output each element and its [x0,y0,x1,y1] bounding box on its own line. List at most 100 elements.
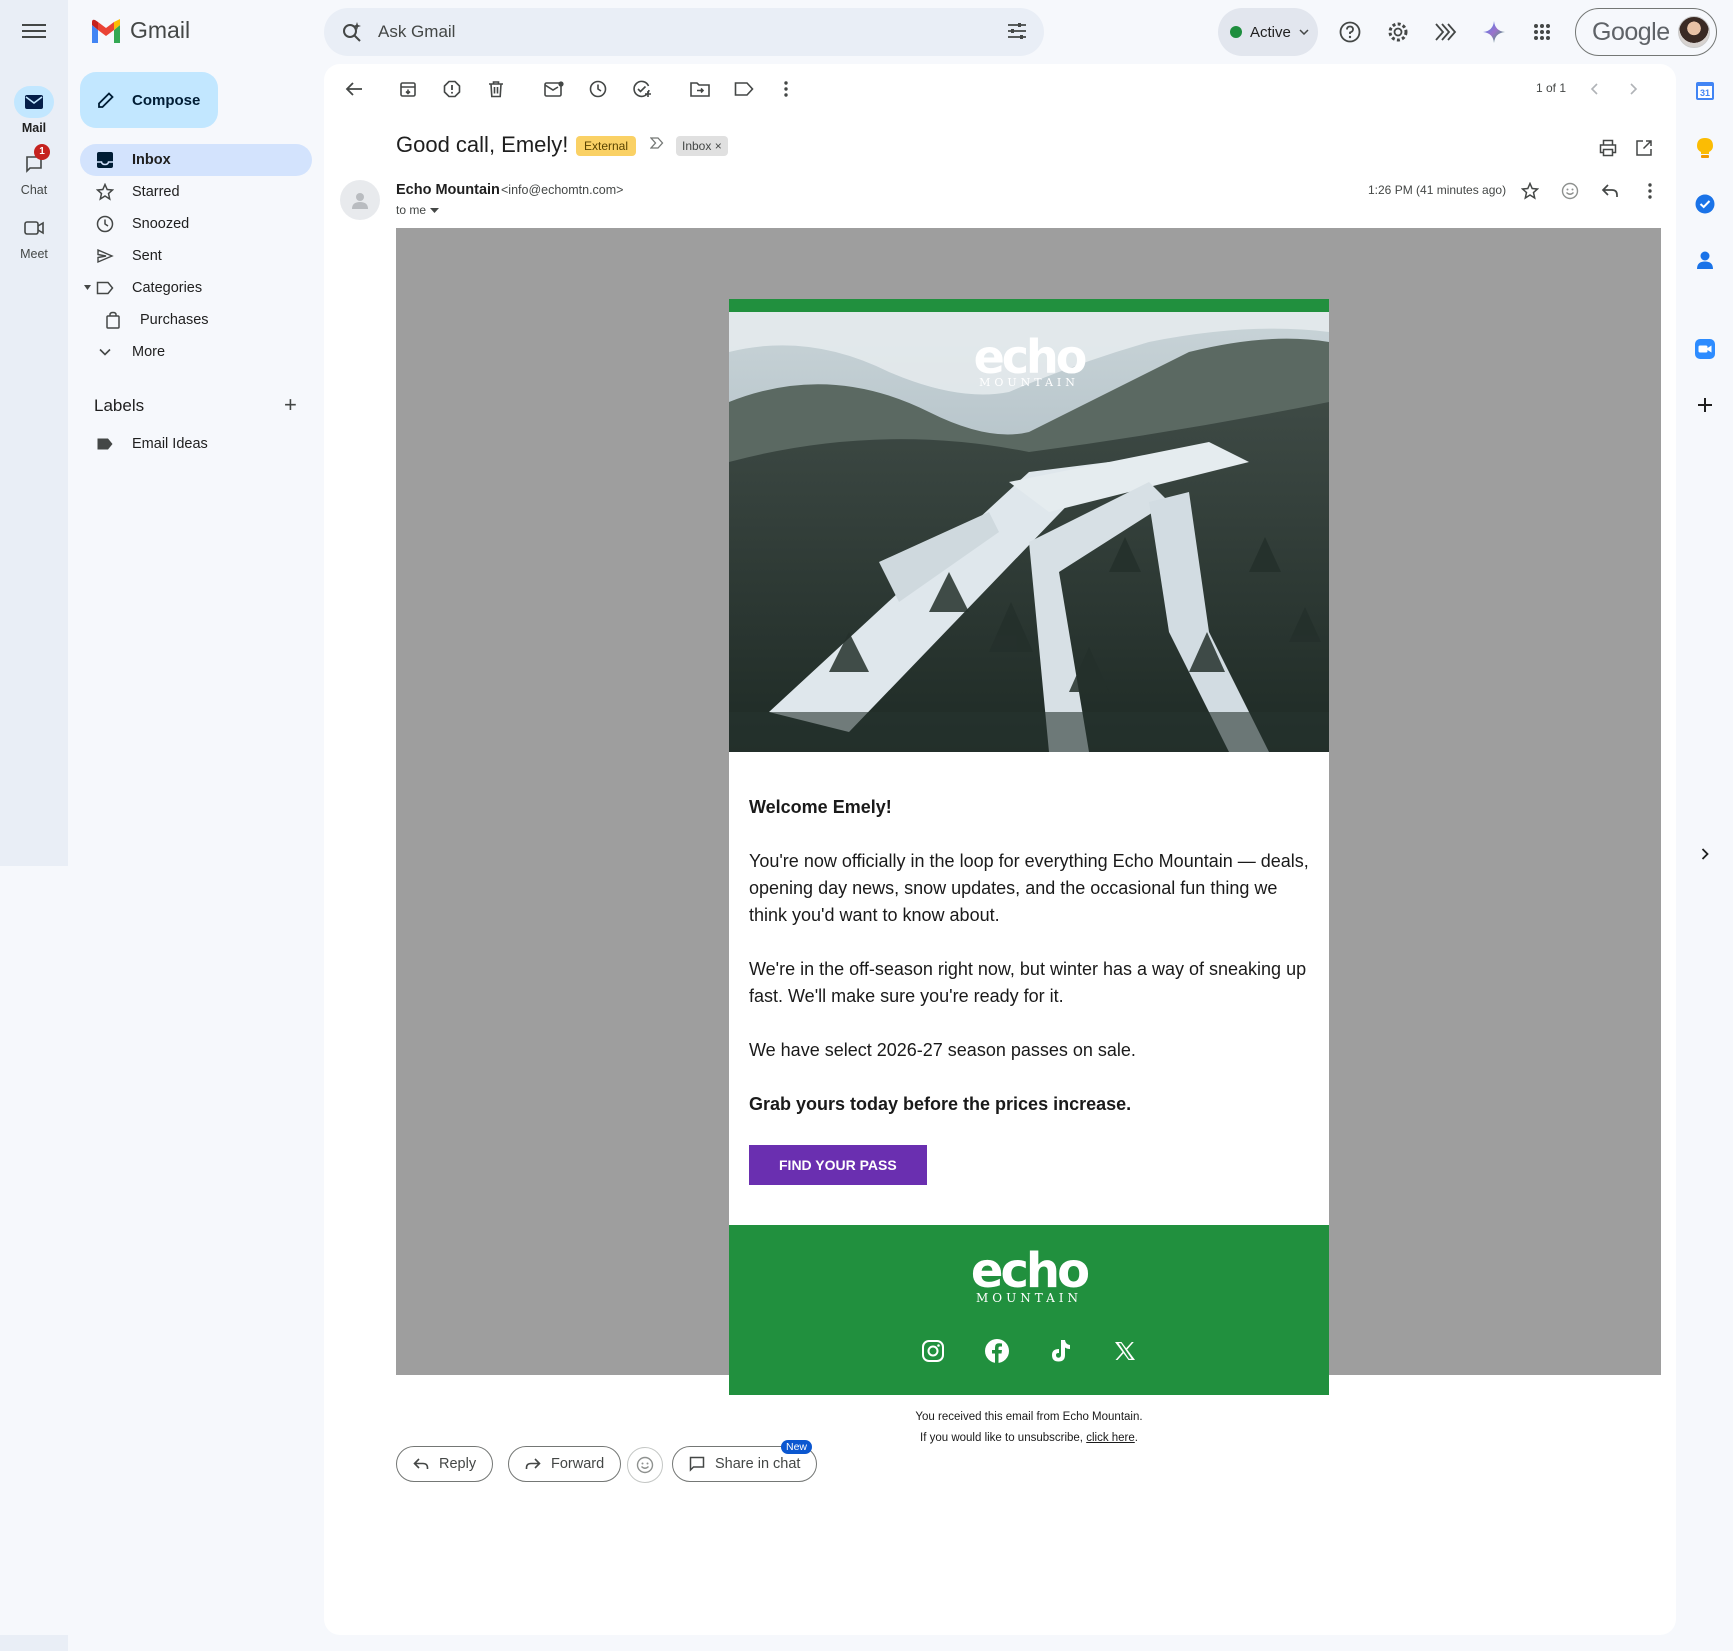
echo-mountain-logo: echo MOUNTAIN [729,334,1329,389]
remove-label-icon[interactable]: × [715,139,722,153]
brand-top-bar [729,299,1329,312]
new-feature-badge: New [781,1440,813,1454]
zoom-app-icon[interactable] [1694,338,1716,360]
more-vert-icon[interactable] [774,77,798,101]
newsletter-footer: echo MOUNTAIN [729,1225,1329,1395]
find-your-pass-button[interactable]: FIND YOUR PASS [749,1145,927,1185]
sidebar-item-inbox[interactable]: Inbox [80,144,312,176]
unsubscribe-footer: You received this email from Echo Mounta… [729,1395,1329,1456]
gmail-m-icon [92,18,120,43]
rail-mail[interactable]: Mail [0,86,68,135]
add-to-tasks-icon[interactable] [630,77,654,101]
compose-button[interactable]: Compose [80,72,218,128]
sidebar-item-starred[interactable]: Starred [80,176,312,208]
emoji-reaction-icon[interactable] [1558,179,1582,203]
sender-avatar[interactable] [340,180,380,220]
active-status-dot [1230,26,1242,38]
instagram-icon[interactable] [919,1337,947,1365]
sidebar-item-more[interactable]: More [80,336,312,368]
label-filled-icon [97,438,113,450]
rail-chat[interactable]: 1 Chat [0,144,68,197]
reply-arrow-icon[interactable] [1598,179,1622,203]
facebook-icon[interactable] [983,1337,1011,1365]
brand-wordmark: echo [970,1243,1090,1299]
gemini-features-icon[interactable] [1430,16,1462,48]
mark-unread-icon[interactable] [542,77,566,101]
status-selector[interactable]: Active [1218,8,1318,56]
tiktok-icon[interactable] [1047,1337,1075,1365]
forward-button[interactable]: Forward [508,1446,622,1482]
help-icon[interactable] [1334,16,1366,48]
apps-grid-icon[interactable] [1526,16,1558,48]
get-addons-plus-icon[interactable] [1694,394,1716,416]
message-more-vert-icon[interactable] [1638,179,1662,203]
share-in-chat-label: Share in chat [715,1456,801,1472]
reply-label: Reply [439,1456,477,1472]
sidebar-item-snoozed[interactable]: Snoozed [80,208,312,240]
paragraph-offseason: We're in the off-season right now, but w… [749,959,1307,1006]
emoji-icon [636,1456,654,1474]
add-label-icon[interactable]: + [284,394,297,416]
rail-mail-label: Mail [21,121,47,135]
search-input[interactable] [378,20,978,44]
email-body: echo MOUNTAIN Welcome Emely! You're now … [396,228,1661,1456]
sidebar-item-label: Categories [132,280,203,296]
chat-unread-badge: 1 [34,144,50,160]
status-label: Active [1250,23,1291,41]
reply-button[interactable]: Reply [396,1446,494,1482]
mail-icon [14,86,54,118]
greeting: Welcome Emely! [749,797,892,817]
open-in-new-window-icon[interactable] [1632,136,1656,160]
snooze-clock-icon[interactable] [586,77,610,101]
echo-mountain-footer-logo[interactable]: echo MOUNTAIN [729,1247,1329,1305]
search-sparkle-icon[interactable] [340,20,364,44]
back-arrow-icon[interactable] [342,77,366,101]
unsubscribe-link[interactable]: click here [1086,1432,1135,1444]
move-to-folder-icon[interactable] [688,77,712,101]
footer-source-line: You received this email from Echo Mounta… [915,1411,1143,1423]
calendar-icon[interactable]: 31 [1694,80,1716,102]
sender-name[interactable]: Echo Mountain [396,182,500,198]
sidebar-item-sent[interactable]: Sent [80,240,312,272]
hero-image-ski-mountain[interactable]: echo MOUNTAIN [729,312,1329,752]
emoji-react-button[interactable] [627,1447,663,1483]
older-chevron-right-icon[interactable] [1622,77,1646,101]
delete-trash-icon[interactable] [484,77,508,101]
report-spam-icon[interactable] [440,77,464,101]
inbox-label-chip[interactable]: Inbox × [676,136,728,156]
inbox-chip-label: Inbox [682,139,712,153]
chevron-down-icon [99,348,111,356]
gmail-logo[interactable]: Gmail [90,17,190,44]
print-icon[interactable] [1596,136,1620,160]
tasks-check-icon[interactable] [1694,193,1716,215]
sidebar-item-label: Starred [132,184,180,200]
shopping-bag-icon [106,311,120,329]
inbox-icon [97,152,113,168]
search-options-icon[interactable] [1006,20,1028,42]
rail-chat-label: Chat [20,183,48,197]
brand-wordmark: echo [973,330,1088,384]
sidebar-label-email-ideas[interactable]: Email Ideas [80,428,312,460]
main-menu-icon[interactable] [20,20,48,44]
settings-gear-icon[interactable] [1382,16,1414,48]
labels-icon[interactable] [732,77,756,101]
keep-lightbulb-icon[interactable] [1694,137,1716,159]
message-subject: Good call, Emely! [396,132,569,157]
sidebar-item-label: More [132,344,166,360]
expand-side-panel-chevron-icon[interactable] [1694,843,1716,865]
account-switcher[interactable]: Google [1575,8,1717,56]
importance-marker-icon[interactable] [650,137,664,149]
gemini-sparkle-icon[interactable] [1478,16,1510,48]
recipient-details-toggle[interactable]: to me [396,203,440,217]
newer-chevron-left-icon[interactable] [1582,77,1606,101]
contacts-person-icon[interactable] [1694,249,1716,271]
x-twitter-icon[interactable] [1111,1337,1139,1365]
rail-meet[interactable]: Meet [0,212,68,261]
archive-icon[interactable] [396,77,420,101]
sidebar-item-categories[interactable]: Categories [80,272,312,304]
sidebar-item-purchases[interactable]: Purchases [80,304,312,336]
star-icon[interactable] [1518,179,1542,203]
paragraph-passes: We have select 2026-27 season passes on … [749,1040,1136,1060]
caret-down-icon[interactable] [84,285,91,290]
search-bar[interactable] [324,8,1044,56]
